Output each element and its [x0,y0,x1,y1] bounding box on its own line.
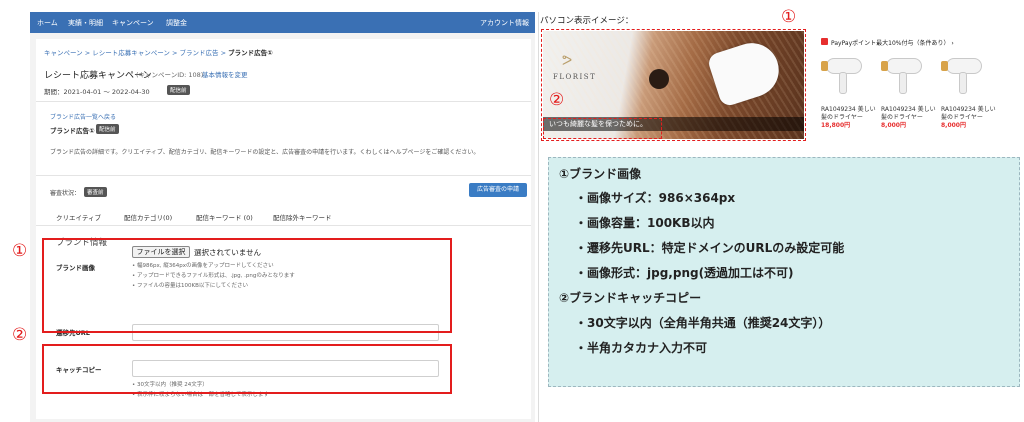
tab-divider [36,225,531,226]
breadcrumb: キャンペーン > レシート応募キャンペーン > ブランド広告 > ブランド広告① [44,47,273,57]
period-status-badge: 配信前 [167,85,190,95]
product-price: 8,000円 [941,122,966,129]
promo-title[interactable]: PayPayポイント最大10%付与（条件あり） › [831,38,954,47]
spec-item: ・画像サイズ：986×364px [575,191,736,205]
product-name: RA1049234 美しい髪のドライヤー [881,106,936,121]
product-name: RA1049234 美しい髪のドライヤー [821,106,876,121]
paypay-icon [821,38,828,45]
ad-title: ブランド広告① [50,127,95,135]
product-name: RA1049234 美しい髪のドライヤー [941,106,996,121]
spec-item: ・半角カタカナ入力不可 [575,341,708,355]
dryer-product-icon [941,50,989,98]
breadcrumb-path[interactable]: キャンペーン > レシート応募キャンペーン > ブランド広告 > [44,49,226,57]
highlight-box-catch-copy [42,344,452,394]
review-status-badge: 審査前 [84,187,107,197]
product-card[interactable]: RA1049234 美しい髪のドライヤー 8,000円 [941,50,996,130]
spec-box: ①ブランド画像 ・画像サイズ：986×364px ・画像容量：100KB以内 ・… [548,157,1020,387]
apply-review-button[interactable]: 広告審査の申請 [469,183,527,197]
product-card[interactable]: RA1049234 美しい髪のドライヤー 18,800円 [821,50,876,130]
nav-item-account[interactable]: アカウント情報 [480,18,529,28]
nav-item-adjustment[interactable]: 調整金 [166,18,187,28]
tab-keyword[interactable]: 配信キーワード (0) [196,212,253,222]
preview-number-2: ② [549,90,565,110]
divider [36,101,531,102]
dryer-product-icon [881,50,929,98]
nav-item-home[interactable]: ホーム [37,18,58,28]
panel-divider [538,12,539,422]
product-card[interactable]: RA1049234 美しい髪のドライヤー 8,000円 [881,50,936,130]
ad-description: ブランド広告の詳細です。クリエイティブ、配信カテゴリ、配信キーワードの設定と、広… [50,149,480,156]
annotation-number-1: ① [12,241,28,261]
product-price: 18,800円 [821,122,851,129]
spec-item: ・遷移先URL：特定ドメインのURLのみ設定可能 [575,241,845,255]
tab-category[interactable]: 配信カテゴリ(0) [124,212,172,222]
highlight-box-brand-image [42,238,452,333]
preview-number-1: ① [781,7,797,27]
back-to-list-link[interactable]: ブランド広告一覧へ戻る [50,112,116,121]
spec-item: ・画像形式：jpg,png(透過加工は不可) [575,266,794,280]
edit-campaign-link[interactable]: 基本情報を変更 [202,69,248,79]
spec-item: ・画像容量：100KB以内 [575,216,715,230]
nav-item-results[interactable]: 実績・明細 [68,18,103,28]
spec-item: ・30文字以内（全角半角共通（推奨24文字）） [575,316,831,330]
tab-creative[interactable]: クリエイティブ [56,212,101,222]
preview-title: パソコン表示イメージ： [540,16,634,26]
highlight-box-preview-catch [543,118,662,139]
product-price: 8,000円 [881,122,906,129]
breadcrumb-current: ブランド広告① [228,49,273,57]
campaign-period: 期間：2021-04-01 ～ 2022-04-30 [44,88,150,96]
spec-heading-brand-image: ①ブランド画像 [559,167,642,181]
nav-item-campaign[interactable]: キャンペーン [112,18,154,28]
divider [36,175,531,176]
top-nav: ホーム 実績・明細 キャンペーン 調整金 アカウント情報 [30,12,535,33]
ad-status-badge: 配信前 [96,124,119,134]
tab-exclude-keyword[interactable]: 配信除外キーワード [273,212,332,222]
campaign-id: (キャンペーンID: 108) [136,71,204,79]
dryer-product-icon [821,50,869,98]
review-status-label: 審査状況： [50,190,81,197]
spec-heading-catch-copy: ②ブランドキャッチコピー [559,291,702,305]
annotation-number-2: ② [12,325,28,345]
